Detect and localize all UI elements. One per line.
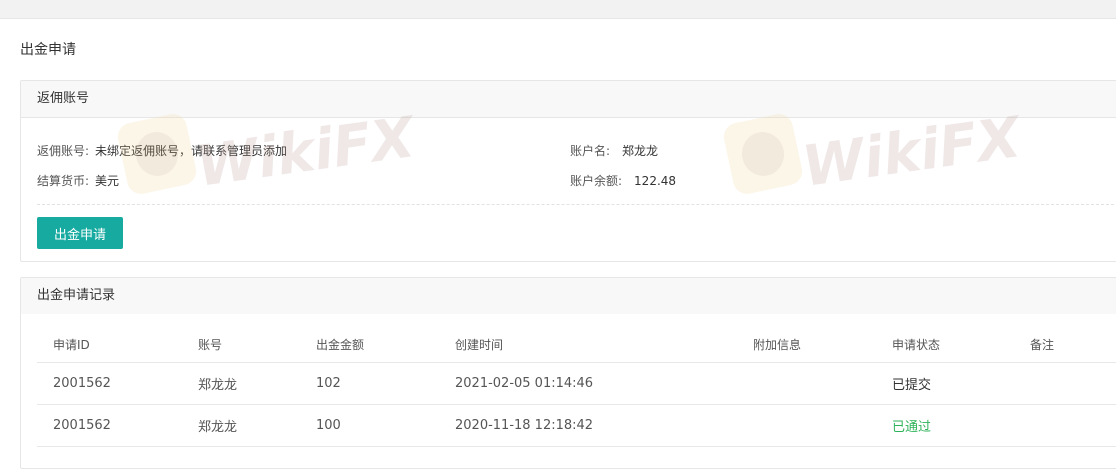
cell-note bbox=[1014, 362, 1116, 405]
balance-row: 账户余额: 122.48 bbox=[570, 172, 676, 189]
rebate-account-value: 未绑定返佣账号，请联系管理员添加 bbox=[95, 144, 288, 158]
rebate-account-row: 返佣账号: 未绑定返佣账号，请联系管理员添加 bbox=[37, 142, 287, 159]
cell-extra-info bbox=[737, 362, 876, 405]
currency-label: 结算货币: bbox=[37, 174, 90, 188]
cell-created-time: 2021-02-05 01:14:46 bbox=[439, 362, 737, 405]
currency-row: 结算货币: 美元 bbox=[37, 172, 119, 189]
column-header: 申请ID bbox=[37, 326, 182, 363]
cell-extra-info bbox=[737, 404, 876, 447]
column-header: 出金金额 bbox=[300, 326, 439, 363]
column-header: 申请状态 bbox=[876, 326, 1014, 363]
cell-request-id: 2001562 bbox=[37, 404, 182, 447]
withdraw-records-table: 申请ID 账号 出金金额 创建时间 附加信息 申请状态 备注 2001562 郑… bbox=[37, 326, 1116, 447]
cell-amount: 102 bbox=[300, 362, 439, 405]
withdraw-request-button[interactable]: 出金申请 bbox=[37, 217, 123, 249]
balance-label: 账户余额: bbox=[570, 174, 623, 188]
rebate-account-panel-title: 返佣账号 bbox=[21, 81, 1116, 118]
divider bbox=[37, 204, 1116, 205]
page-title: 出金申请 bbox=[20, 42, 76, 58]
rebate-account-label: 返佣账号: bbox=[37, 144, 90, 158]
account-name-value: 郑龙龙 bbox=[622, 144, 659, 158]
account-name-label: 账户名: bbox=[570, 144, 611, 158]
rebate-account-panel: 返佣账号 返佣账号: 未绑定返佣账号，请联系管理员添加 结算货币: 美元 账户名: 郑… bbox=[20, 80, 1116, 262]
cell-account: 郑龙龙 bbox=[182, 362, 300, 405]
withdraw-records-panel: 出金申请记录 申请ID 账号 出金金额 创建时间 附加信息 申请状态 备注 20… bbox=[20, 277, 1116, 469]
column-header: 备注 bbox=[1014, 326, 1116, 363]
cell-status: 已提交 bbox=[876, 362, 1014, 405]
account-name-row: 账户名: 郑龙龙 bbox=[570, 142, 658, 159]
column-header: 账号 bbox=[182, 326, 300, 363]
cell-amount: 100 bbox=[300, 404, 439, 447]
currency-value: 美元 bbox=[95, 174, 120, 188]
balance-value: 122.48 bbox=[634, 174, 677, 188]
withdraw-records-panel-title: 出金申请记录 bbox=[21, 278, 1116, 314]
cell-account: 郑龙龙 bbox=[182, 404, 300, 447]
table-row: 2001562 郑龙龙 102 2021-02-05 01:14:46 已提交 bbox=[37, 362, 1116, 405]
cell-request-id: 2001562 bbox=[37, 362, 182, 405]
table-header-row: 申请ID 账号 出金金额 创建时间 附加信息 申请状态 备注 bbox=[37, 326, 1116, 363]
cell-status: 已通过 bbox=[876, 404, 1014, 447]
column-header: 附加信息 bbox=[737, 326, 876, 363]
column-header: 创建时间 bbox=[439, 326, 737, 363]
table-row: 2001562 郑龙龙 100 2020-11-18 12:18:42 已通过 bbox=[37, 404, 1116, 447]
top-bar bbox=[0, 0, 1116, 19]
cell-created-time: 2020-11-18 12:18:42 bbox=[439, 404, 737, 447]
cell-note bbox=[1014, 404, 1116, 447]
